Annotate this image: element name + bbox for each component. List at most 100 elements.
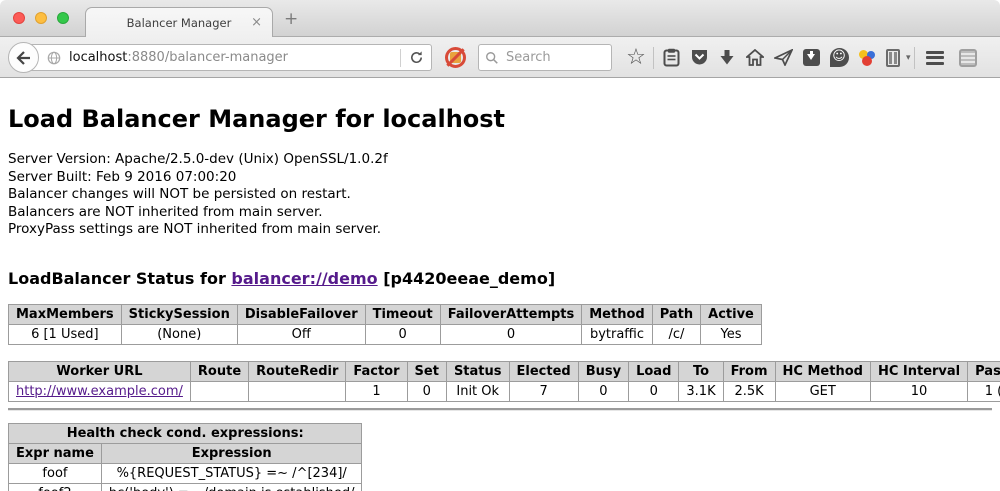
url-host: localhost — [69, 50, 127, 65]
tab-title: Balancer Manager — [127, 16, 232, 30]
window-zoom-button[interactable] — [57, 12, 69, 24]
globe-icon — [47, 51, 61, 65]
cell-busy: 0 — [578, 381, 628, 401]
page-title: Load Balancer Manager for localhost — [8, 105, 992, 133]
balancer-demo-link[interactable]: balancer://demo — [231, 269, 377, 288]
container-extension-icon[interactable] — [881, 44, 905, 72]
col-header: FailoverAttempts — [440, 304, 582, 324]
cell-set: 0 — [407, 381, 446, 401]
col-header: Method — [582, 304, 652, 324]
col-header: Active — [701, 304, 762, 324]
back-button[interactable] — [8, 42, 39, 73]
col-header: Factor — [346, 361, 407, 381]
tab-close-icon[interactable]: × — [251, 15, 262, 30]
cell-maxmembers: 6 [1 Used] — [9, 324, 122, 344]
cell-from: 2.5K — [723, 381, 775, 401]
title-bar: Balancer Manager × + — [0, 0, 1000, 37]
cell-stickysession: (None) — [121, 324, 237, 344]
col-header: Busy — [578, 361, 628, 381]
cell-disablefailover: Off — [237, 324, 365, 344]
search-box[interactable] — [478, 44, 612, 71]
cell-active: Yes — [701, 324, 762, 344]
content-blocked-icon[interactable] — [445, 47, 466, 68]
col-header: Expression — [101, 443, 362, 463]
table-row: 6 [1 Used] (None) Off 0 0 bytraffic /c/ … — [9, 324, 762, 344]
cell-routeredir — [249, 381, 346, 401]
heading-suffix: [p4420eeae_demo] — [378, 269, 556, 288]
cell-expr-name: foof2 — [9, 483, 102, 491]
bookmark-star-icon[interactable]: ☆ — [622, 44, 650, 72]
health-table-title: Health check cond. expressions: — [9, 423, 362, 443]
table-header-row: MaxMembers StickySession DisableFailover… — [9, 304, 762, 324]
window-close-button[interactable] — [13, 12, 25, 24]
cell-hc-method: GET — [775, 381, 870, 401]
colored-dots-extension-icon[interactable] — [853, 44, 881, 72]
persist-note-line: Balancer changes will NOT be persisted o… — [8, 186, 992, 204]
reload-button[interactable] — [401, 50, 431, 65]
cell-expression: hc('body') =~ /domain is established/ — [101, 483, 362, 491]
pocket-icon[interactable] — [685, 44, 713, 72]
cell-to: 3.1K — [679, 381, 723, 401]
tab-groups-icon[interactable] — [952, 44, 984, 72]
new-tab-button[interactable]: + — [284, 11, 298, 28]
section-divider — [8, 408, 992, 411]
window-minimize-button[interactable] — [35, 12, 47, 24]
cell-factor: 1 — [346, 381, 407, 401]
bookmarks-clipboard-icon[interactable] — [657, 44, 685, 72]
proxypass-note-line: ProxyPass settings are NOT inherited fro… — [8, 221, 992, 239]
cell-method: bytraffic — [582, 324, 652, 344]
worker-url-link[interactable]: http://www.example.com/ — [16, 384, 183, 399]
col-header: Path — [652, 304, 700, 324]
balancer-summary-table: MaxMembers StickySession DisableFailover… — [8, 304, 762, 345]
server-version-line: Server Version: Apache/2.5.0-dev (Unix) … — [8, 151, 992, 169]
col-header: Worker URL — [9, 361, 191, 381]
col-header: RouteRedir — [249, 361, 346, 381]
smiley-chat-icon[interactable]: ☺ — [825, 44, 853, 72]
cell-status: Init Ok — [446, 381, 509, 401]
navigation-bar: localhost:8880/balancer-manager — [0, 37, 1000, 78]
cell-load: 0 — [629, 381, 679, 401]
video-download-icon[interactable] — [797, 44, 825, 72]
search-input[interactable] — [504, 49, 594, 66]
worker-row: http://www.example.com/ 1 0 Init Ok 7 0 … — [9, 381, 1000, 401]
cell-failoverattempts: 0 — [440, 324, 582, 344]
table-row: foof2 hc('body') =~ /domain is establish… — [9, 483, 362, 491]
url-bar[interactable]: localhost:8880/balancer-manager — [24, 44, 432, 71]
col-header: Timeout — [365, 304, 440, 324]
inherit-note-line: Balancers are NOT inherited from main se… — [8, 204, 992, 222]
table-row: foof %{REQUEST_STATUS} =~ /^[234]/ — [9, 463, 362, 483]
col-header: Route — [190, 361, 248, 381]
col-header: Expr name — [9, 443, 102, 463]
col-header: DisableFailover — [237, 304, 365, 324]
col-header: HC Method — [775, 361, 870, 381]
menu-hamburger-icon[interactable] — [918, 44, 952, 72]
table-header-row: Worker URL Route RouteRedir Factor Set S… — [9, 361, 1000, 381]
toolbar-divider — [914, 47, 915, 69]
col-header: Load — [629, 361, 679, 381]
col-header: Status — [446, 361, 509, 381]
smiley-icon: ☺ — [830, 48, 849, 67]
health-check-table: Health check cond. expressions: Expr nam… — [8, 423, 362, 491]
cell-route — [190, 381, 248, 401]
server-built-line: Server Built: Feb 9 2016 07:00:20 — [8, 169, 992, 187]
cell-timeout: 0 — [365, 324, 440, 344]
toolbar-divider — [653, 47, 654, 69]
col-header: HC Interval — [870, 361, 967, 381]
loadbalancer-status-heading: LoadBalancer Status for balancer://demo … — [8, 269, 992, 288]
cell-path: /c/ — [652, 324, 700, 344]
col-header: Elected — [509, 361, 578, 381]
search-icon — [485, 51, 499, 65]
cell-expression: %{REQUEST_STATUS} =~ /^[234]/ — [101, 463, 362, 483]
cell-hc-interval: 10 — [870, 381, 967, 401]
home-icon[interactable] — [741, 44, 769, 72]
cell-passes: 1 (0) — [968, 381, 1000, 401]
downloads-icon[interactable] — [713, 44, 741, 72]
table-header-row: Expr name Expression — [9, 443, 362, 463]
toolbar-caret-icon[interactable]: ▾ — [906, 53, 911, 63]
toolbar-icons: ☆ — [622, 37, 984, 78]
col-header: Passes — [968, 361, 1000, 381]
send-paper-plane-icon[interactable] — [769, 44, 797, 72]
worker-table: Worker URL Route RouteRedir Factor Set S… — [8, 361, 1000, 402]
page-content: Load Balancer Manager for localhost Serv… — [0, 105, 1000, 491]
tab-balancer-manager[interactable]: Balancer Manager × — [85, 7, 273, 37]
